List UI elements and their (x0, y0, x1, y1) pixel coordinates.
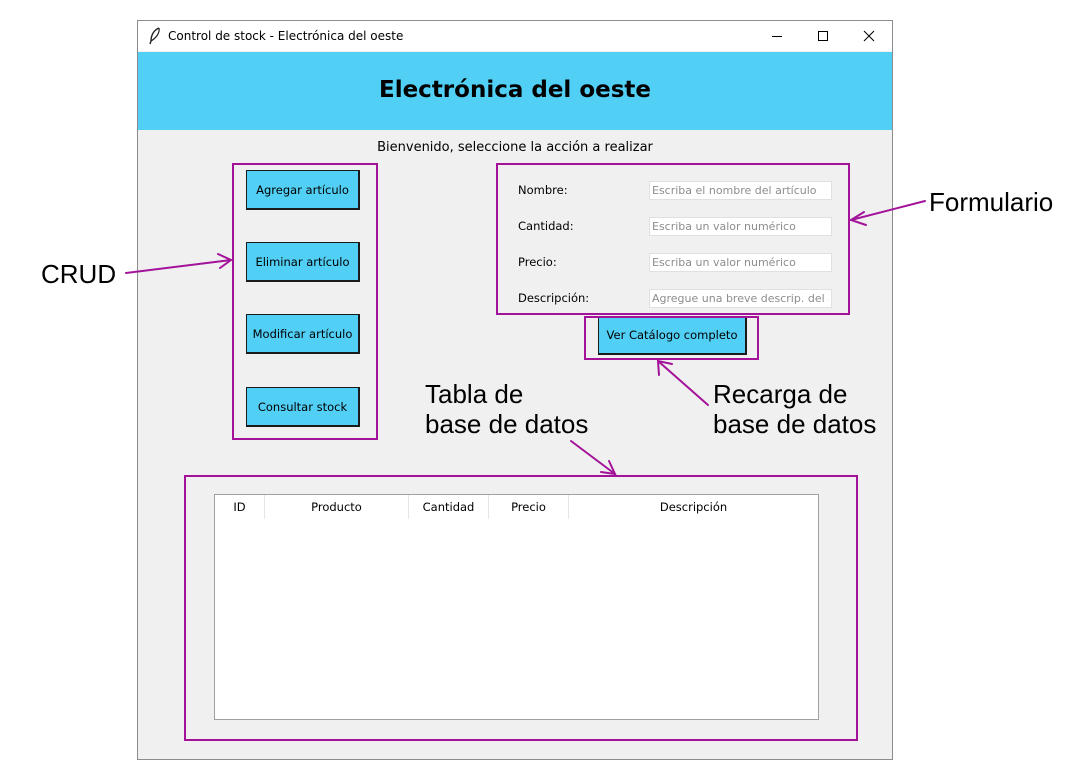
header-banner: Electrónica del oeste (138, 52, 892, 130)
welcome-message: Bienvenido, seleccione la acción a reali… (377, 140, 653, 155)
minimize-icon (772, 36, 782, 37)
price-input[interactable] (649, 253, 832, 272)
minimize-button[interactable] (754, 21, 800, 51)
description-label: Descripción: (518, 291, 590, 305)
name-label: Nombre: (518, 183, 568, 197)
column-header-product[interactable]: Producto (265, 495, 409, 519)
view-catalog-button[interactable]: Ver Catálogo completo (598, 316, 747, 355)
price-label: Precio: (518, 255, 557, 269)
column-header-id[interactable]: ID (215, 495, 265, 519)
check-stock-button[interactable]: Consultar stock (246, 387, 360, 427)
modify-item-button[interactable]: Modificar artículo (246, 314, 360, 354)
description-input[interactable] (649, 289, 832, 308)
quantity-input[interactable] (649, 217, 832, 236)
column-header-description[interactable]: Descripción (569, 495, 818, 519)
window-title: Control de stock - Electrónica del oeste (168, 29, 404, 43)
delete-item-button[interactable]: Eliminar artículo (246, 242, 360, 282)
reload-annotation-line2: base de datos (713, 409, 877, 439)
close-button[interactable] (846, 21, 892, 51)
title-bar[interactable]: Control de stock - Electrónica del oeste (138, 21, 892, 51)
page-title: Electrónica del oeste (378, 77, 652, 103)
close-icon (863, 30, 875, 42)
table-annotation-line2: base de datos (425, 409, 589, 439)
table-header: ID Producto Cantidad Precio Descripción (215, 495, 818, 519)
maximize-icon (818, 31, 828, 41)
column-header-price[interactable]: Precio (489, 495, 569, 519)
reload-annotation-line1: Recarga de (713, 379, 848, 409)
stock-table[interactable]: ID Producto Cantidad Precio Descripción (214, 494, 819, 720)
name-input[interactable] (649, 181, 832, 200)
form-annotation: Formulario (929, 187, 1054, 217)
column-header-quantity[interactable]: Cantidad (409, 495, 489, 519)
feather-icon (149, 27, 160, 45)
quantity-label: Cantidad: (518, 219, 574, 233)
maximize-button[interactable] (800, 21, 846, 51)
table-annotation-line1: Tabla de (425, 379, 524, 409)
add-item-button[interactable]: Agregar artículo (246, 170, 360, 210)
crud-annotation: CRUD (41, 259, 117, 289)
